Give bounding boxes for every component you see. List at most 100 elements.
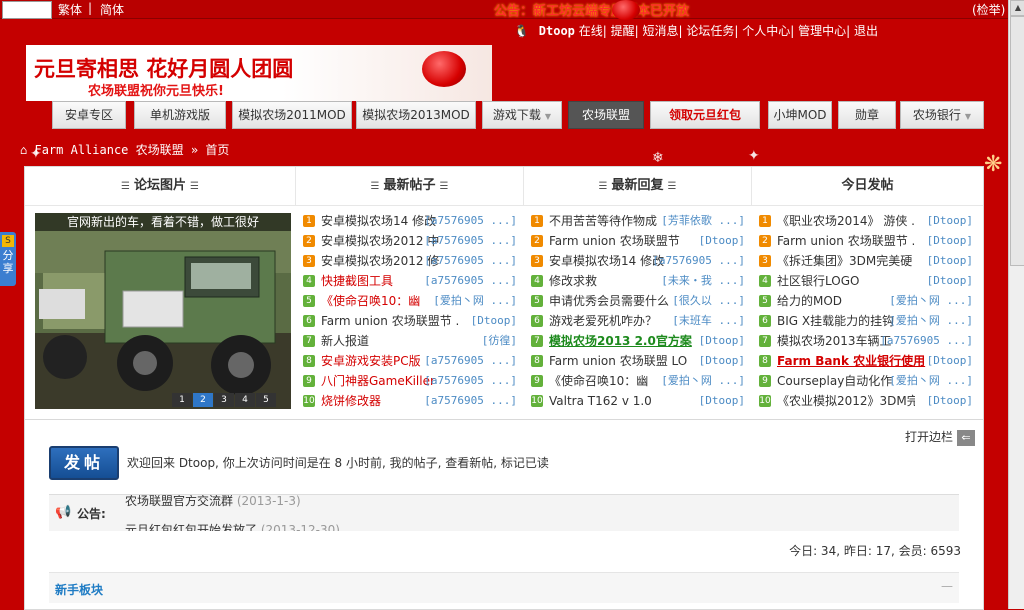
list-item[interactable]: 1 不用苦苦等待作物成 [芳菲依歌 ...] bbox=[531, 211, 745, 231]
admin-link[interactable]: 管理中心 bbox=[798, 24, 846, 38]
list-item-title[interactable]: Farm union 农场联盟节 bbox=[549, 231, 687, 251]
announcement-item[interactable]: 元旦红包红包开始发放了 (2013-12-30) bbox=[125, 521, 340, 531]
list-item[interactable]: 2 安卓模拟农场2012 中 [a7576905 ...] bbox=[303, 231, 517, 251]
nav-tab-downloads[interactable]: 游戏下载 ▼ bbox=[482, 101, 562, 129]
list-item-author[interactable]: [Dtoop] bbox=[927, 231, 973, 251]
list-item-author[interactable]: [很久以 ...] bbox=[672, 291, 745, 311]
list-item-title[interactable]: 社区银行LOGO bbox=[777, 271, 915, 291]
list-item[interactable]: 10 《农业模拟2012》3DM完 ... [Dtoop] bbox=[759, 391, 973, 411]
slider-page-2[interactable]: 2 bbox=[193, 393, 213, 407]
slider-page-5[interactable]: 5 bbox=[256, 393, 276, 407]
list-item-author[interactable]: [Dtoop] bbox=[699, 391, 745, 411]
logout-link[interactable]: 退出 bbox=[854, 24, 878, 38]
list-item[interactable]: 3 《拆迁集团》3DM完美硬 ... [Dtoop] bbox=[759, 251, 973, 271]
list-item-author[interactable]: [Dtoop] bbox=[927, 271, 973, 291]
list-item-author[interactable]: [爱拍丶网 ...] bbox=[889, 311, 973, 331]
list-item[interactable]: 1 安卓模拟农场14 修改 [a7576905 ...] bbox=[303, 211, 517, 231]
nav-tab-xiaokun-mod[interactable]: 小坤MOD bbox=[768, 101, 832, 129]
list-item[interactable]: 3 安卓模拟农场14 修改 [a7576905 ...] bbox=[531, 251, 745, 271]
featured-image-slider[interactable]: 官网新出的车，看着不错，做工很好 123456 bbox=[35, 213, 291, 409]
list-item-author[interactable]: [爱拍丶网 ...] bbox=[661, 371, 745, 391]
list-item-author[interactable]: [未来・我 ...] bbox=[661, 271, 745, 291]
list-item-title[interactable]: Farm union 农场联盟节 ... bbox=[777, 231, 915, 251]
section-title[interactable]: 新手板块 bbox=[55, 581, 103, 598]
list-item[interactable]: 2 Farm union 农场联盟节 ... [Dtoop] bbox=[759, 231, 973, 251]
list-item[interactable]: 8 安卓游戏安装PC版 [a7576905 ...] bbox=[303, 351, 517, 371]
list-item-author[interactable]: [末班车 ...] bbox=[672, 311, 745, 331]
tasks-link[interactable]: 论坛任务 bbox=[686, 24, 734, 38]
vertical-scrollbar[interactable]: ▲ bbox=[1008, 0, 1024, 609]
scroll-thumb[interactable] bbox=[1010, 16, 1024, 266]
nav-tab-bank[interactable]: 农场银行 ▼ bbox=[900, 101, 984, 129]
list-item[interactable]: 7 模拟农场2013车辆工 [a7576905 ...] bbox=[759, 331, 973, 351]
list-item[interactable]: 1 《职业农场2014》 游侠 ... [Dtoop] bbox=[759, 211, 973, 231]
list-item-title[interactable]: 《农业模拟2012》3DM完 ... bbox=[777, 391, 915, 411]
new-post-button[interactable]: 发帖 bbox=[49, 446, 119, 480]
list-item[interactable]: 5 给力的MOD [爱拍丶网 ...] bbox=[759, 291, 973, 311]
list-item[interactable]: 6 Farm union 农场联盟节 ... [Dtoop] bbox=[303, 311, 517, 331]
breadcrumb-site[interactable]: Farm Alliance bbox=[34, 143, 128, 157]
nav-tab-fs2013[interactable]: 模拟农场2013MOD bbox=[356, 101, 476, 129]
list-item[interactable]: 5 《使命召唤10：幽 [爱拍丶网 ...] bbox=[303, 291, 517, 311]
list-item-author[interactable]: [a7576905 ...] bbox=[424, 351, 517, 371]
list-item-author[interactable]: [a7576905 ...] bbox=[880, 331, 973, 351]
list-item-author[interactable]: [Dtoop] bbox=[927, 391, 973, 411]
username-link[interactable]: Dtoop bbox=[539, 24, 575, 38]
list-item[interactable]: 8 Farm Bank 农业银行使用 [Dtoop] bbox=[759, 351, 973, 371]
list-item[interactable]: 6 游戏老爱死机咋办？ [末班车 ...] bbox=[531, 311, 745, 331]
list-item-author[interactable]: [a7576905 ...] bbox=[424, 271, 517, 291]
list-item-author[interactable]: [Dtoop] bbox=[699, 331, 745, 351]
list-item[interactable]: 4 社区银行LOGO [Dtoop] bbox=[759, 271, 973, 291]
image-caption[interactable]: 官网新出的车，看着不错，做工很好 bbox=[35, 213, 291, 231]
list-item-author[interactable]: [Dtoop] bbox=[927, 251, 973, 271]
announcement-marquee[interactable]: 公告：新工坊云端专属版本已开放 bbox=[494, 0, 689, 19]
list-item-author[interactable]: [Dtoop] bbox=[699, 351, 745, 371]
breadcrumb-forum[interactable]: 农场联盟 bbox=[136, 143, 184, 157]
nav-tab-fs2011[interactable]: 模拟农场2011MOD bbox=[232, 101, 352, 129]
list-item-author[interactable]: [Dtoop] bbox=[699, 231, 745, 251]
list-item-author[interactable]: [芳菲依歌 ...] bbox=[661, 211, 745, 231]
list-item-author[interactable]: [Dtoop] bbox=[471, 311, 517, 331]
list-item[interactable]: 8 Farm union 农场联盟 LO ... [Dtoop] bbox=[531, 351, 745, 371]
remind-link[interactable]: 提醒 bbox=[611, 24, 635, 38]
list-item[interactable]: 10 Valtra T162 v 1.0 [Dtoop] bbox=[531, 391, 745, 411]
slider-page-1[interactable]: 1 bbox=[172, 393, 192, 407]
collapse-icon[interactable]: — bbox=[941, 579, 953, 593]
list-item-author[interactable]: [彷徨] bbox=[482, 331, 517, 351]
list-item[interactable]: 4 快捷截图工具 [a7576905 ...] bbox=[303, 271, 517, 291]
list-item-title[interactable]: Farm union 农场联盟节 ... bbox=[321, 311, 459, 331]
list-item-author[interactable]: [Dtoop] bbox=[927, 351, 973, 371]
list-item-title[interactable]: Valtra T162 v 1.0 bbox=[549, 391, 687, 411]
list-item-author[interactable]: [a7576905 ...] bbox=[424, 251, 517, 271]
announcement-item[interactable]: 农场联盟官方交流群 (2013-1-3) bbox=[125, 495, 301, 509]
list-item-author[interactable]: [Dtoop] bbox=[927, 211, 973, 231]
list-item[interactable]: 3 安卓模拟农场2012 修 [a7576905 ...] bbox=[303, 251, 517, 271]
list-item[interactable]: 9 《使命召唤10：幽 [爱拍丶网 ...] bbox=[531, 371, 745, 391]
list-item[interactable]: 10 烧饼修改器 [a7576905 ...] bbox=[303, 391, 517, 411]
nav-tab-medals[interactable]: 勋章 bbox=[838, 101, 896, 129]
list-item-author[interactable]: [爱拍丶网 ...] bbox=[889, 371, 973, 391]
site-logo-placeholder[interactable] bbox=[2, 1, 52, 19]
list-item[interactable]: 6 BIG X挂载能力的挂钩 [爱拍丶网 ...] bbox=[759, 311, 973, 331]
list-item-title[interactable]: Farm union 农场联盟 LO ... bbox=[549, 351, 687, 371]
list-item-title[interactable]: 申请优秀会员需要什么 bbox=[549, 291, 687, 311]
list-item-title[interactable]: 《拆迁集团》3DM完美硬 ... bbox=[777, 251, 915, 271]
share-side-tab[interactable]: S 分享 bbox=[0, 232, 16, 286]
nav-tab-android[interactable]: 安卓专区 bbox=[52, 101, 126, 129]
list-item[interactable]: 9 Courseplay自动化作 [爱拍丶网 ...] bbox=[759, 371, 973, 391]
slider-page-3[interactable]: 3 bbox=[214, 393, 234, 407]
simplified-chinese-link[interactable]: 简体 bbox=[100, 1, 124, 18]
site-banner[interactable]: 元旦寄相思 花好月圆人团圆 农场联盟祝你元旦快乐! bbox=[26, 45, 492, 101]
list-item-author[interactable]: [a7576905 ...] bbox=[652, 251, 745, 271]
profile-link[interactable]: 个人中心 bbox=[742, 24, 790, 38]
report-link[interactable]: (检举) bbox=[972, 1, 1005, 18]
list-item[interactable]: 5 申请优秀会员需要什么 [很久以 ...] bbox=[531, 291, 745, 311]
list-item-title[interactable]: 《职业农场2014》 游侠 ... bbox=[777, 211, 915, 231]
list-item[interactable]: 2 Farm union 农场联盟节 [Dtoop] bbox=[531, 231, 745, 251]
list-item[interactable]: 7 模拟农场2013 2.0官方案 [Dtoop] bbox=[531, 331, 745, 351]
home-icon[interactable]: ⌂ bbox=[20, 143, 27, 157]
list-item-author[interactable]: [爱拍丶网 ...] bbox=[433, 291, 517, 311]
list-item-author[interactable]: [爱拍丶网 ...] bbox=[889, 291, 973, 311]
scroll-up-icon[interactable]: ▲ bbox=[1010, 0, 1024, 16]
messages-link[interactable]: 短消息 bbox=[642, 24, 678, 38]
